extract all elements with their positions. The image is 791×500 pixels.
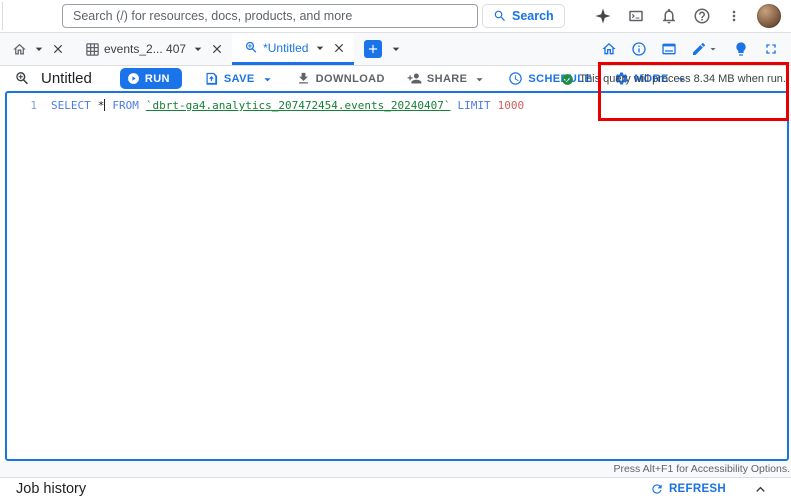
chevron-down-icon[interactable] [31, 41, 47, 57]
cloud-shell-icon[interactable] [627, 7, 645, 25]
person-add-icon [407, 71, 422, 86]
refresh-button[interactable]: REFRESH [650, 482, 726, 496]
line-number: 1 [30, 99, 37, 112]
chevron-down-icon [707, 43, 719, 55]
sql-number: 1000 [497, 99, 525, 112]
sql-editor[interactable]: 1 SELECT * FROM `dbrt-ga4.analytics_2074724… [5, 91, 789, 461]
query-title: Untitled [41, 70, 92, 87]
download-button[interactable]: DOWNLOAD [296, 71, 385, 86]
magic-pen-control[interactable] [691, 41, 719, 57]
chevron-up-icon[interactable] [752, 481, 769, 498]
tabstrip-right-icons [601, 33, 791, 65]
sql-star: * [97, 99, 105, 112]
play-icon [127, 72, 140, 85]
fullscreen-icon[interactable] [763, 41, 779, 57]
close-icon[interactable] [332, 41, 346, 55]
chevron-down-icon[interactable] [312, 40, 328, 56]
tab-untitled-query[interactable]: *Untitled [232, 33, 355, 65]
search-icon [493, 9, 507, 23]
query-validation-status: This query will process 8.34 MB when run… [561, 73, 786, 86]
save-button-label: SAVE [223, 72, 255, 85]
clock-icon [508, 71, 523, 86]
close-icon[interactable] [51, 42, 65, 56]
search-button-label: Search [512, 9, 554, 23]
chevron-down-icon[interactable] [190, 41, 206, 57]
sql-code[interactable]: SELECT * FROM `dbrt-ga4.analytics_207472454… [37, 99, 524, 113]
accessibility-hint: Press Alt+F1 for Accessibility Options. [613, 463, 790, 475]
chevron-down-icon [260, 72, 274, 86]
check-circle-icon [561, 73, 574, 86]
global-search: Search [62, 4, 565, 28]
plus-icon [369, 44, 378, 54]
panel-card-icon[interactable] [661, 41, 677, 57]
info-icon[interactable] [631, 41, 647, 57]
text-cursor [104, 99, 106, 111]
tab-strip: events_2... 407 *Untitled [0, 33, 791, 66]
tab-label: *Untitled [263, 40, 309, 55]
bigquery-home-icon[interactable] [601, 41, 617, 57]
download-icon [296, 71, 311, 86]
refresh-icon [652, 484, 662, 494]
tab-home[interactable] [0, 33, 73, 65]
sql-keyword: LIMIT [457, 99, 491, 112]
code-line[interactable]: 1 SELECT * FROM `dbrt-ga4.analytics_2074724… [7, 93, 787, 113]
query-icon [244, 40, 259, 55]
more-vertical-icon[interactable] [726, 8, 742, 24]
run-button[interactable]: RUN [119, 68, 182, 89]
lightbulb-icon[interactable] [733, 41, 749, 57]
sql-table-ref[interactable]: `dbrt-ga4.analytics_207472454.events_202… [146, 99, 451, 112]
magic-pen-icon [691, 41, 707, 57]
tab-events-table[interactable]: events_2... 407 [73, 33, 232, 65]
tab-overflow-chevron-icon[interactable] [388, 41, 404, 57]
query-icon [14, 70, 31, 87]
job-history-bar: Job history REFRESH [0, 477, 791, 500]
save-icon [204, 71, 219, 86]
sql-keyword: SELECT [51, 99, 91, 112]
accessibility-bar: Press Alt+F1 for Accessibility Options. [0, 461, 791, 477]
validation-message: This query will process 8.34 MB when run… [579, 73, 786, 86]
search-button[interactable]: Search [482, 4, 565, 28]
refresh-button-label: REFRESH [668, 483, 726, 495]
user-avatar[interactable] [757, 4, 781, 28]
share-button-label: SHARE [426, 72, 468, 85]
run-button-label: RUN [144, 72, 170, 85]
table-icon [85, 42, 100, 57]
help-icon[interactable] [693, 7, 711, 25]
topbar-icons [594, 4, 791, 28]
close-icon[interactable] [210, 42, 224, 56]
tab-label: events_2... 407 [104, 42, 187, 56]
job-history-title: Job history [16, 481, 87, 497]
top-app-bar: Search [0, 0, 791, 33]
share-button[interactable]: SHARE [407, 71, 487, 86]
save-button[interactable]: SAVE [204, 71, 274, 86]
home-icon [12, 42, 27, 57]
chevron-down-icon [472, 72, 486, 86]
notifications-bell-icon[interactable] [660, 7, 678, 25]
job-history-actions: REFRESH [650, 481, 775, 498]
add-tab-button[interactable] [364, 40, 383, 58]
left-divider [2, 2, 3, 30]
search-input[interactable] [62, 4, 478, 28]
query-toolbar: Untitled RUN SAVE DOWNLOAD SHARE SCHEDUL… [0, 66, 791, 91]
sql-keyword: FROM [112, 99, 139, 112]
download-button-label: DOWNLOAD [315, 72, 385, 85]
gemini-sparkle-icon[interactable] [594, 7, 612, 25]
